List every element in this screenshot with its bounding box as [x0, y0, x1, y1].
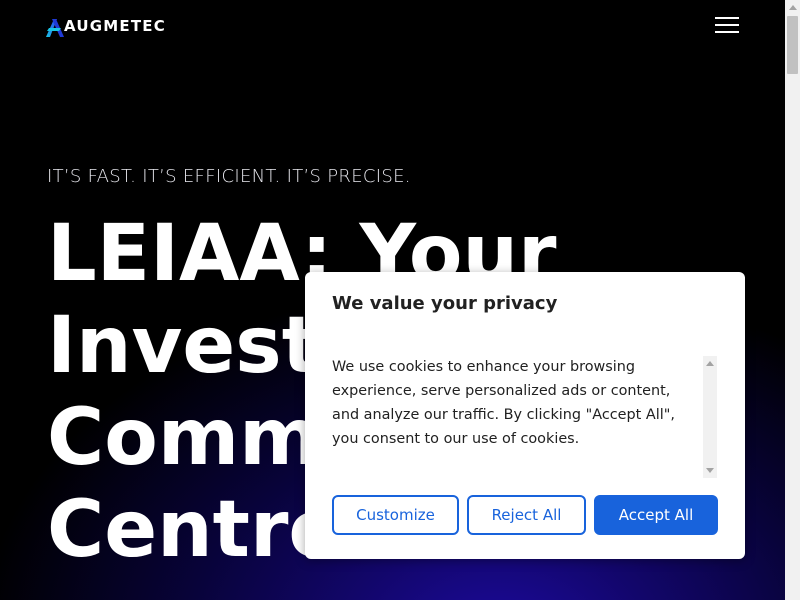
logo[interactable]: AUGMETEC	[46, 14, 166, 38]
scroll-down-arrow-icon[interactable]	[706, 468, 714, 473]
page-scrollbar[interactable]	[785, 0, 800, 600]
logo-text: AUGMETEC	[64, 17, 166, 35]
hamburger-menu-icon[interactable]	[715, 17, 739, 35]
hero-tagline: IT’S FAST. IT’S EFFICIENT. IT’S PRECISE.	[47, 166, 411, 187]
scroll-thumb[interactable]	[787, 16, 798, 74]
accept-all-button[interactable]: Accept All	[594, 495, 718, 535]
customize-button[interactable]: Customize	[332, 495, 459, 535]
cookie-body-scrollbar[interactable]	[703, 356, 717, 478]
cookie-consent-dialog: We value your privacy We use cookies to …	[305, 272, 745, 559]
reject-all-button[interactable]: Reject All	[467, 495, 586, 535]
cookie-dialog-title: We value your privacy	[332, 293, 558, 314]
cookie-dialog-body: We use cookies to enhance your browsing …	[332, 359, 675, 447]
scroll-up-arrow-icon[interactable]	[706, 361, 714, 366]
scroll-up-arrow-icon[interactable]	[785, 0, 800, 15]
site-header: AUGMETEC	[0, 0, 785, 52]
